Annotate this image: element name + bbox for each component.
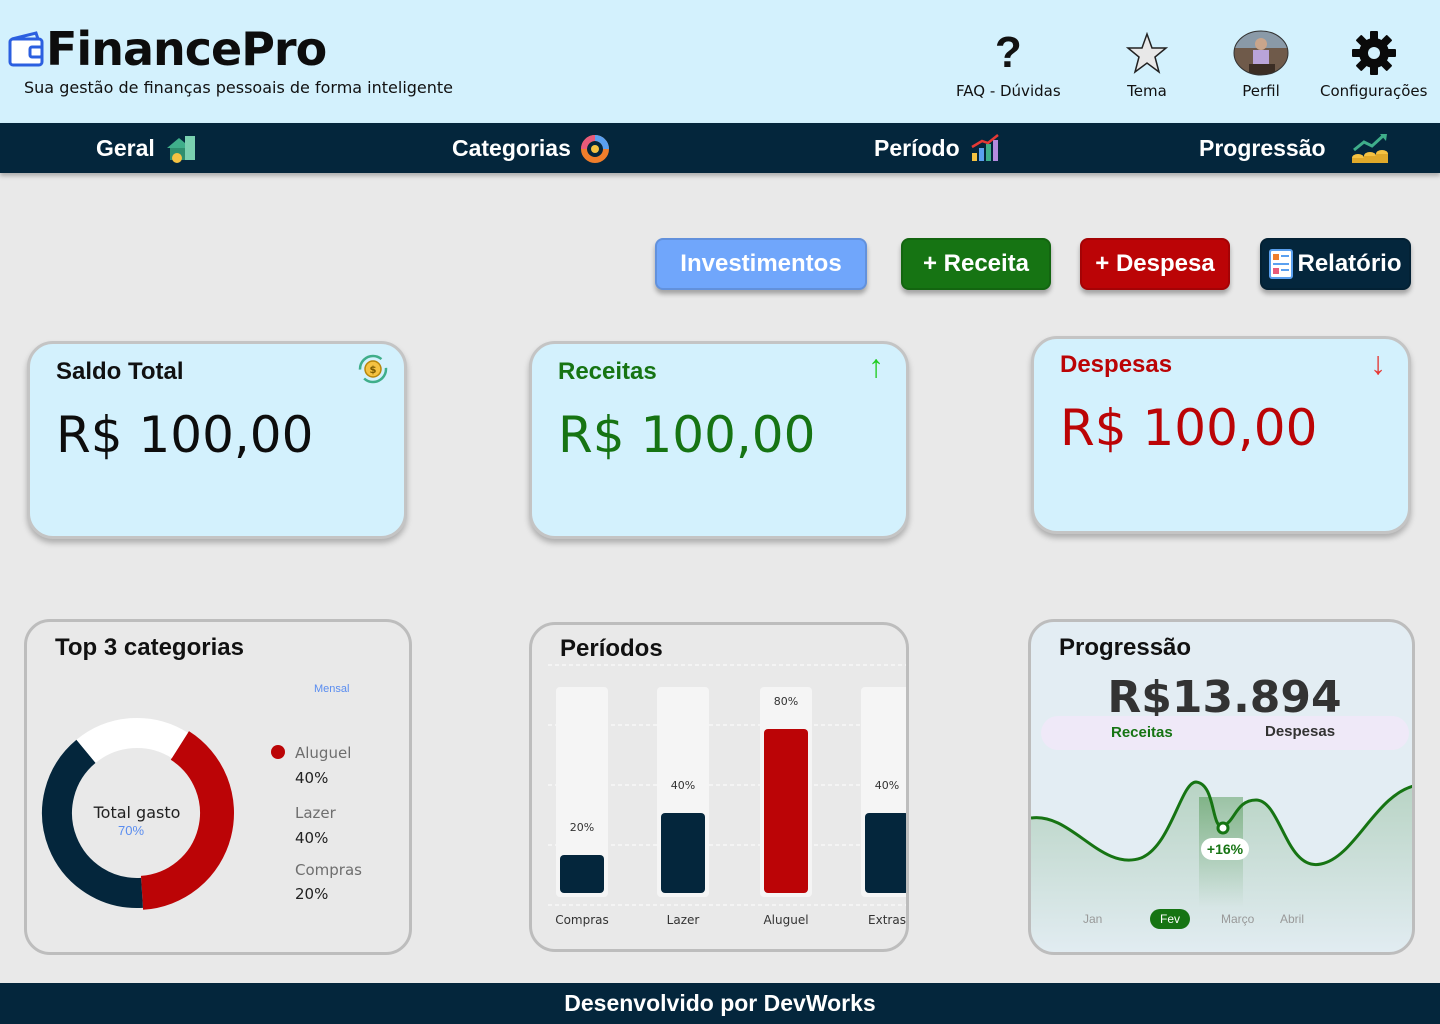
period-filter[interactable]: Mensal: [314, 683, 349, 695]
legend-pct-aluguel: 40%: [295, 769, 329, 787]
app-header: FinancePro Sua gestão de finanças pessoa…: [0, 0, 1440, 123]
growth-badge: +16%: [1206, 841, 1244, 857]
theme-button[interactable]: Tema: [1126, 30, 1168, 100]
bar-lazer[interactable]: [661, 813, 705, 893]
receitas-card: Receitas R$ 100,00 ↑: [529, 341, 909, 539]
bar-category-label-lazer: Lazer: [666, 913, 700, 927]
relatorio-button[interactable]: Relatório: [1260, 238, 1411, 290]
main-nav: Geral Categorias Período Progressão: [0, 123, 1440, 173]
month-abril[interactable]: Abril: [1280, 912, 1304, 926]
relatorio-label: Relatório: [1297, 250, 1402, 277]
bar-value-label-extras: 40%: [874, 779, 900, 792]
gear-icon: [1351, 30, 1397, 76]
progressao-line-chart: [1031, 780, 1412, 952]
arrow-up-icon: ↑: [868, 348, 884, 384]
profile-button[interactable]: Perfil: [1233, 30, 1289, 100]
bar-category-label-extras: Extras: [868, 913, 906, 927]
month-jan[interactable]: Jan: [1083, 912, 1102, 926]
tab-periodo[interactable]: Período: [874, 123, 1000, 173]
donut-center-label: Total gasto: [93, 803, 181, 822]
bar-compras[interactable]: [560, 855, 604, 893]
saldo-value: R$ 100,00: [56, 406, 314, 464]
theme-label: Tema: [1127, 82, 1167, 100]
tab-categorias[interactable]: Categorias: [452, 123, 613, 173]
month-fev[interactable]: Fev: [1150, 909, 1190, 929]
receitas-value: R$ 100,00: [558, 406, 816, 464]
investimentos-button[interactable]: Investimentos: [655, 238, 867, 290]
despesas-card: Despesas R$ 100,00 ↓: [1031, 336, 1411, 534]
add-receita-button[interactable]: + Receita: [901, 238, 1051, 290]
money-house-icon: [166, 136, 195, 163]
selected-point[interactable]: [1216, 821, 1230, 835]
donut-slice-compras[interactable]: [76, 718, 188, 764]
add-despesa-button[interactable]: + Despesa: [1080, 238, 1230, 290]
bar-category-label-compras: Compras: [555, 913, 609, 927]
legend-pct-compras: 20%: [295, 885, 329, 903]
app-tagline: Sua gestão de finanças pessoais de forma…: [24, 78, 454, 97]
saldo-title: Saldo Total: [56, 358, 184, 385]
app-logo[interactable]: FinancePro: [8, 22, 327, 76]
saldo-card: Saldo Total R$ 100,00 $: [27, 341, 407, 539]
tab-geral[interactable]: Geral: [96, 123, 197, 173]
report-icon: [1269, 249, 1294, 279]
tab-periodo-label: Período: [874, 134, 960, 161]
donut-center-value: 70%: [117, 823, 145, 838]
bar-category-label-aluguel: Aluguel: [763, 913, 809, 927]
despesas-value: R$ 100,00: [1060, 399, 1318, 457]
faq-button[interactable]: ? FAQ - Dúvidas: [956, 28, 1061, 101]
progressao-panel: Progressão R$13.894 Receitas Despesas +1…: [1028, 619, 1415, 955]
bar-value-label-lazer: 40%: [670, 779, 696, 792]
growth-coins-icon: [1351, 133, 1388, 163]
periodos-bar-chart: 20% Compras 40% Lazer 80% Aluguel 40% Extras: [532, 625, 906, 949]
app-title: FinancePro: [46, 22, 327, 76]
category-donut-icon: [580, 135, 609, 163]
legend-pct-lazer: 40%: [295, 829, 329, 847]
svg-text:$: $: [370, 365, 377, 376]
wallet-icon: [8, 31, 44, 67]
top3-title: Top 3 categorias: [55, 634, 244, 661]
arrow-down-icon: ↓: [1370, 345, 1386, 381]
despesas-title: Despesas: [1060, 351, 1173, 378]
tab-progressao[interactable]: Progressão: [1199, 123, 1390, 173]
tab-geral-label: Geral: [96, 134, 155, 161]
legend-name-aluguel: Aluguel: [295, 744, 352, 762]
question-icon: ?: [994, 28, 1022, 77]
star-icon: [1126, 30, 1168, 76]
legend-dot-aluguel: [271, 745, 285, 759]
tab-categorias-label: Categorias: [452, 134, 571, 161]
receitas-title: Receitas: [558, 358, 657, 385]
faq-label: FAQ - Dúvidas: [956, 82, 1061, 100]
profile-label: Perfil: [1242, 82, 1280, 100]
bar-chart-icon: [970, 134, 999, 161]
bar-extras[interactable]: [865, 813, 906, 893]
legend-name-compras: Compras: [295, 861, 362, 879]
coin-cycle-icon: $: [358, 354, 388, 384]
bar-value-label-compras: 20%: [569, 821, 595, 834]
settings-label: Configurações: [1320, 82, 1428, 100]
tab-progressao-label: Progressão: [1199, 134, 1326, 161]
avatar: [1233, 30, 1289, 76]
footer: Desenvolvido por DevWorks: [0, 983, 1440, 1024]
settings-button[interactable]: Configurações: [1320, 30, 1427, 100]
bar-value-label-aluguel: 80%: [773, 695, 799, 708]
legend-aluguel: Aluguel: [271, 744, 351, 762]
month-marco[interactable]: Março: [1221, 912, 1254, 926]
periodos-panel: Períodos 20% Compras 40% Lazer 80% Aluguel 40%…: [529, 622, 909, 952]
top3-panel: Top 3 categorias Mensal Total gasto 70% …: [24, 619, 412, 955]
legend-name-lazer: Lazer: [295, 804, 336, 822]
bar-aluguel[interactable]: [764, 729, 808, 893]
